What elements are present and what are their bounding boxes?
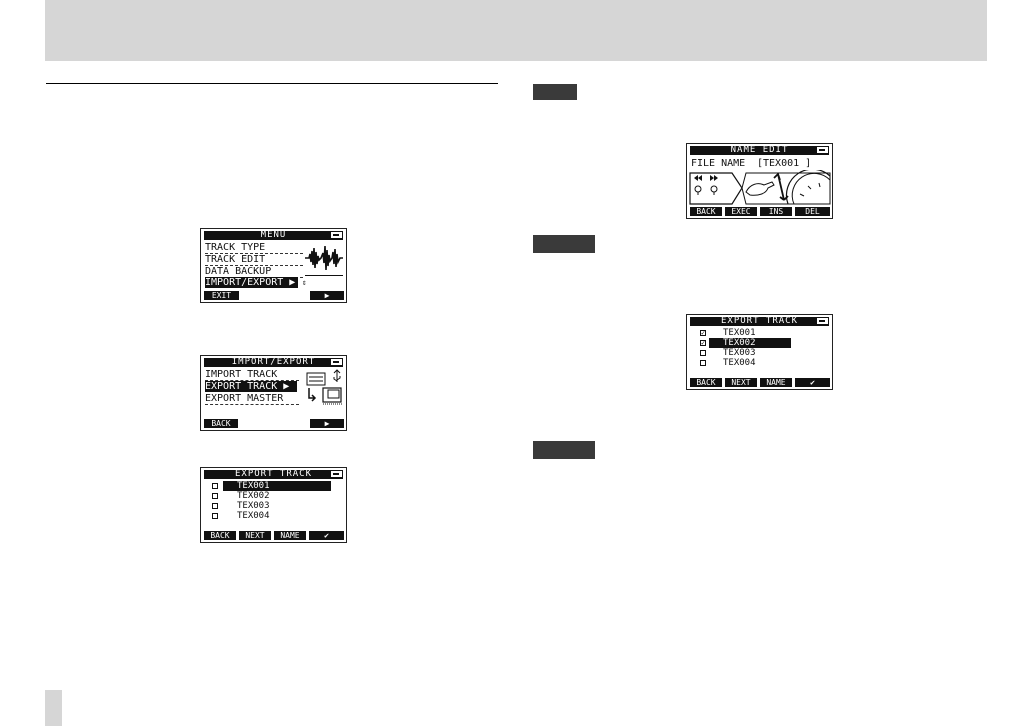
menu-item-import-export[interactable]: IMPORT/EXPORT ▶: [205, 277, 298, 288]
track-item-tex004[interactable]: TEX004: [237, 511, 270, 521]
battery-icon: [331, 232, 342, 238]
back-button[interactable]: BACK: [204, 531, 236, 540]
battery-icon: [331, 471, 342, 477]
note-tab-3: [533, 441, 595, 459]
waveform-icon: [305, 245, 343, 271]
name-edit-screen-title: NAME EDIT: [690, 146, 829, 155]
track-item-tex002[interactable]: TEX002: [237, 491, 270, 501]
next-arrow-button[interactable]: ▶: [310, 419, 344, 428]
export-track-selected-screen: EXPORT TRACK ✓ TEX001 ✓ TEX002 TEX003 TE…: [686, 314, 833, 390]
back-button[interactable]: BACK: [204, 419, 238, 428]
usb-transfer-icon: [306, 369, 343, 405]
menu-screen-title: MENU: [204, 231, 343, 240]
ins-button[interactable]: INS: [760, 207, 792, 216]
menu-item-track-type[interactable]: TRACK TYPE: [205, 242, 303, 254]
menu-item-track-edit[interactable]: TRACK EDIT: [205, 254, 303, 266]
export-track-screen: EXPORT TRACK TEX001 TEX002 TEX003 TEX004…: [200, 467, 347, 543]
del-button[interactable]: DEL: [795, 207, 830, 216]
exit-button[interactable]: EXIT: [204, 291, 239, 300]
track-item-tex001[interactable]: TEX001: [723, 328, 756, 338]
name-button[interactable]: NAME: [760, 378, 792, 387]
jog-dial-edit-icon: [689, 170, 831, 205]
menu-item-import-track[interactable]: IMPORT TRACK: [205, 369, 299, 381]
page-footer-marker: [45, 690, 62, 726]
battery-icon: [817, 318, 828, 324]
page-header-band: [45, 0, 987, 61]
import-export-screen: IMPORT/EXPORT IMPORT TRACK EXPORT TRACK …: [200, 355, 347, 431]
track-checkbox[interactable]: [212, 493, 218, 499]
export-track-screen-title: EXPORT TRACK: [204, 470, 343, 479]
track-checkbox-checked[interactable]: ✓: [700, 330, 706, 337]
track-item-tex002[interactable]: TEX002: [709, 338, 791, 348]
file-name-label: FILE NAME: [691, 158, 746, 169]
track-item-tex001[interactable]: TEX001: [223, 481, 331, 491]
name-edit-screen: NAME EDIT FILE NAME [TEX001 ] BACK EXEC …: [686, 143, 833, 219]
track-checkbox-checked[interactable]: ✓: [700, 340, 706, 347]
menu-item-export-track[interactable]: EXPORT TRACK ▶: [205, 381, 297, 392]
note-tab-1: [533, 84, 577, 100]
track-checkbox[interactable]: [700, 360, 706, 366]
track-checkbox[interactable]: [212, 503, 218, 509]
next-arrow-button[interactable]: ▶: [310, 291, 344, 300]
menu-item-export-master[interactable]: EXPORT MASTER: [205, 393, 299, 405]
export-track-screen-title: EXPORT TRACK: [690, 317, 829, 326]
menu-screen: MENU TRACK TYPE TRACK EDIT DATA BACKUP I…: [200, 228, 347, 303]
import-export-screen-title: IMPORT/EXPORT: [204, 358, 343, 367]
track-item-tex003[interactable]: TEX003: [237, 501, 270, 511]
battery-icon: [817, 147, 828, 153]
back-button[interactable]: BACK: [690, 207, 722, 216]
confirm-check-button[interactable]: ✔: [309, 531, 344, 540]
note-tab-2: [533, 235, 595, 253]
scroll-arrows-icon: ⇕: [302, 278, 307, 287]
waveform-divider: [305, 275, 343, 276]
exec-button[interactable]: EXEC: [725, 207, 757, 216]
track-checkbox[interactable]: [212, 483, 218, 489]
confirm-check-button[interactable]: ✔: [795, 378, 830, 387]
track-item-tex003[interactable]: TEX003: [723, 348, 756, 358]
section-rule: [46, 83, 498, 84]
track-item-tex004[interactable]: TEX004: [723, 358, 756, 368]
next-button[interactable]: NEXT: [725, 378, 757, 387]
file-name-value[interactable]: [TEX001 ]: [757, 158, 811, 169]
battery-icon: [331, 359, 342, 365]
back-button[interactable]: BACK: [690, 378, 722, 387]
track-checkbox[interactable]: [700, 350, 706, 356]
next-button[interactable]: NEXT: [239, 531, 271, 540]
name-button[interactable]: NAME: [274, 531, 306, 540]
track-checkbox[interactable]: [212, 513, 218, 519]
